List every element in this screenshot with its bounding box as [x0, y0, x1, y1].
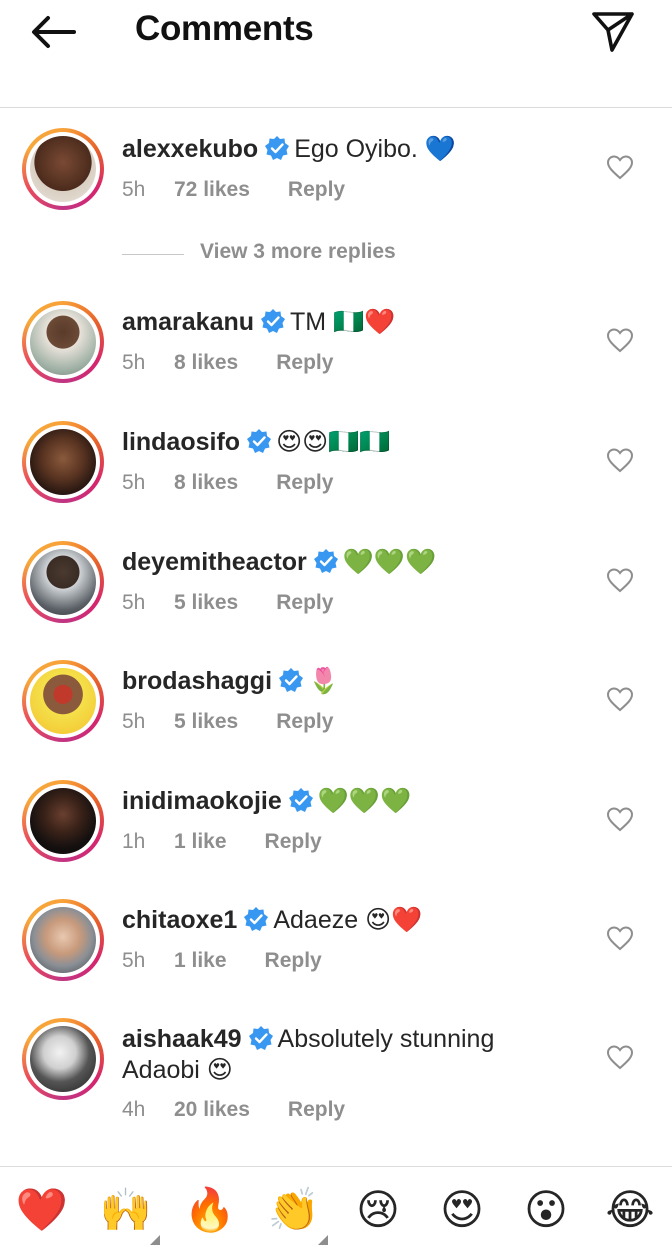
- comment-time: 5h: [122, 591, 146, 614]
- comment-meta: 5h 5 likes Reply: [122, 591, 333, 615]
- comment-time: 5h: [122, 178, 146, 201]
- comment-time: 5h: [122, 949, 146, 972]
- like-heart-icon[interactable]: [606, 806, 634, 832]
- comment-text: alexxekubo Ego Oyibo. 💙: [122, 134, 572, 165]
- avatar[interactable]: [22, 541, 104, 623]
- reply-button[interactable]: Reply: [288, 178, 345, 202]
- reply-button[interactable]: Reply: [288, 1098, 345, 1122]
- avatar[interactable]: [22, 1018, 104, 1100]
- comment-body: 💚💚💚: [317, 787, 412, 815]
- skin-tone-indicator-icon: [318, 1235, 328, 1245]
- view-replies-label[interactable]: View 3 more replies: [200, 240, 396, 264]
- comment-body: 🌷: [308, 667, 340, 695]
- verified-badge-icon: [313, 549, 338, 573]
- comment-meta: 5h 1 like Reply: [122, 949, 322, 973]
- like-heart-icon[interactable]: [606, 447, 634, 473]
- emoji-heart-button[interactable]: ❤️: [12, 1185, 72, 1235]
- verified-badge-icon: [244, 907, 269, 931]
- emoji-raised-hands-button[interactable]: 🙌: [96, 1185, 156, 1235]
- comment-text: lindaosifo 😍😍🇳🇬🇳🇬: [122, 427, 572, 458]
- comment-text: inidimaokojie 💚💚💚: [122, 786, 572, 817]
- username[interactable]: chitaoxe1: [122, 906, 237, 934]
- like-count[interactable]: 72 likes: [174, 178, 250, 202]
- comment-meta: 5h 72 likes Reply: [122, 178, 345, 202]
- like-count[interactable]: 8 likes: [174, 351, 238, 375]
- comment-text: deyemitheactor 💚💚💚: [122, 547, 572, 578]
- comment-text: chitaoxe1 Adaeze 😍❤️: [122, 905, 572, 936]
- like-count[interactable]: 20 likes: [174, 1098, 250, 1122]
- username[interactable]: brodashaggi: [122, 667, 272, 695]
- like-heart-icon[interactable]: [606, 327, 634, 353]
- comment-time: 4h: [122, 1098, 146, 1121]
- username[interactable]: alexxekubo: [122, 135, 258, 163]
- avatar[interactable]: [22, 899, 104, 981]
- emoji-crying-button[interactable]: 😢: [348, 1185, 408, 1235]
- back-arrow-icon[interactable]: [28, 12, 78, 52]
- page-title: Comments: [135, 9, 314, 48]
- avatar[interactable]: [22, 128, 104, 210]
- send-icon[interactable]: [590, 8, 636, 54]
- comment-body: Absolutely stunning: [277, 1025, 495, 1053]
- reply-button[interactable]: Reply: [265, 830, 322, 854]
- comment-body-line2: Adaobi 😍: [122, 1056, 233, 1084]
- username[interactable]: lindaosifo: [122, 428, 240, 456]
- verified-badge-icon: [247, 429, 272, 453]
- comment-body: 😍😍🇳🇬🇳🇬: [276, 428, 391, 456]
- comment-time: 5h: [122, 351, 146, 374]
- like-heart-icon[interactable]: [606, 1044, 634, 1070]
- emoji-clapping-button[interactable]: 👏: [264, 1185, 324, 1235]
- comment-time: 1h: [122, 830, 146, 853]
- reply-button[interactable]: Reply: [276, 471, 333, 495]
- verified-badge-icon: [288, 788, 313, 812]
- comment-time: 5h: [122, 471, 146, 494]
- like-count[interactable]: 5 likes: [174, 710, 238, 734]
- avatar[interactable]: [22, 421, 104, 503]
- emoji-laughing-button[interactable]: 😂: [600, 1185, 660, 1235]
- verified-badge-icon: [261, 309, 286, 333]
- comment-meta: 5h 5 likes Reply: [122, 710, 333, 734]
- emoji-heart-eyes-button[interactable]: 😍: [432, 1185, 492, 1235]
- emoji-fire-button[interactable]: 🔥: [180, 1185, 240, 1235]
- like-count[interactable]: 1 like: [174, 830, 227, 854]
- comment-body: 💚💚💚: [342, 548, 437, 576]
- skin-tone-indicator-icon: [150, 1235, 160, 1245]
- reply-button[interactable]: Reply: [276, 591, 333, 615]
- like-heart-icon[interactable]: [606, 567, 634, 593]
- like-heart-icon[interactable]: [606, 925, 634, 951]
- verified-badge-icon: [265, 136, 290, 160]
- username[interactable]: deyemitheactor: [122, 548, 307, 576]
- username[interactable]: aishaak49: [122, 1025, 242, 1053]
- verified-badge-icon: [248, 1026, 273, 1050]
- header: Comments: [0, 0, 672, 108]
- comment-meta: 5h 8 likes Reply: [122, 471, 333, 495]
- like-heart-icon[interactable]: [606, 686, 634, 712]
- username[interactable]: inidimaokojie: [122, 787, 282, 815]
- reply-button[interactable]: Reply: [276, 710, 333, 734]
- avatar[interactable]: [22, 301, 104, 383]
- comment-time: 5h: [122, 710, 146, 733]
- comment-text: aishaak49 Absolutely stunning Adaobi 😍: [122, 1024, 572, 1086]
- avatar[interactable]: [22, 660, 104, 742]
- like-count[interactable]: 1 like: [174, 949, 227, 973]
- like-heart-icon[interactable]: [606, 154, 634, 180]
- comment-body: Ego Oyibo. 💙: [294, 135, 456, 163]
- comment-body: Adaeze 😍❤️: [273, 906, 423, 934]
- avatar[interactable]: [22, 780, 104, 862]
- username[interactable]: amarakanu: [122, 308, 254, 336]
- like-count[interactable]: 8 likes: [174, 471, 238, 495]
- divider: [122, 254, 184, 255]
- verified-badge-icon: [279, 668, 304, 692]
- comment-meta: 1h 1 like Reply: [122, 830, 322, 854]
- comment-body: TM 🇳🇬❤️: [290, 308, 396, 336]
- reply-button[interactable]: Reply: [265, 949, 322, 973]
- like-count[interactable]: 5 likes: [174, 591, 238, 615]
- comment-meta: 4h 20 likes Reply: [122, 1098, 345, 1122]
- reply-button[interactable]: Reply: [276, 351, 333, 375]
- comment-text: amarakanu TM 🇳🇬❤️: [122, 307, 572, 338]
- comment-meta: 5h 8 likes Reply: [122, 351, 333, 375]
- emoji-reaction-bar: ❤️ 🙌 🔥 👏 😢 😍 😮 😂: [0, 1166, 672, 1254]
- comment-text: brodashaggi 🌷: [122, 666, 572, 697]
- emoji-surprised-button[interactable]: 😮: [516, 1185, 576, 1235]
